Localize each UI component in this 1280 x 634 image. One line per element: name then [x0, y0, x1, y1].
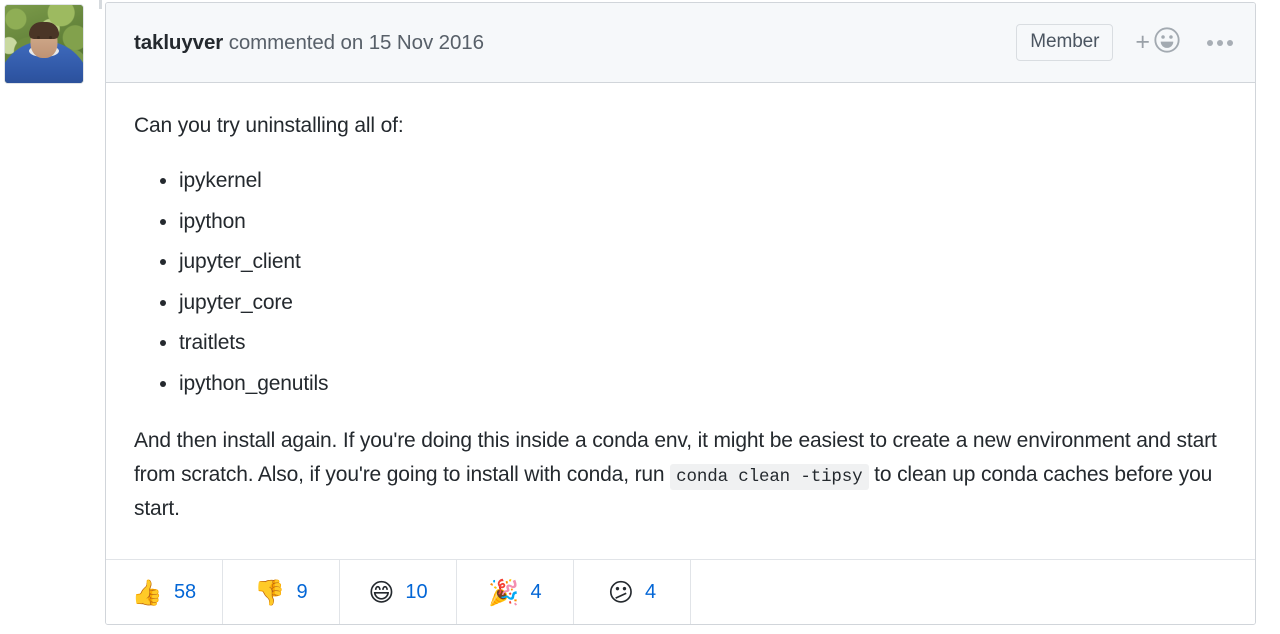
comment-body: Can you try uninstalling all of: ipykern… — [106, 83, 1255, 526]
laugh-icon: 😄 — [368, 577, 395, 607]
comment-caret — [99, 0, 102, 9]
page-root: takluyver commented on 15 Nov 2016 Membe… — [0, 0, 1280, 634]
comment-lead-paragraph: Can you try uninstalling all of: — [134, 114, 404, 137]
comment-closing-paragraph: And then install again. If you're doing … — [134, 424, 1227, 526]
party-popper-icon: 🎉 — [488, 577, 520, 607]
reaction-hooray[interactable]: 🎉 4 — [457, 560, 574, 624]
kebab-dot — [1207, 39, 1213, 46]
comment-byline: takluyver commented on 15 Nov 2016 — [134, 31, 1016, 55]
list-item: ipython — [179, 202, 1227, 243]
reaction-thumbs-up[interactable]: 👍 58 — [106, 560, 223, 624]
comment-header-actions: Member + — [1016, 24, 1237, 61]
kebab-menu-button[interactable] — [1207, 39, 1233, 46]
avatar-eye-right — [49, 36, 52, 39]
avatar-hair — [29, 22, 59, 39]
reaction-thumbs-down[interactable]: 👎 9 — [223, 560, 340, 624]
list-item: ipykernel — [179, 161, 1227, 202]
reaction-count: 10 — [405, 581, 428, 603]
package-list: ipykernel ipython jupyter_client jupyter… — [134, 161, 1227, 404]
thumbs-down-icon: 👎 — [254, 577, 286, 607]
inline-code-snippet: conda clean -tipsy — [670, 464, 869, 491]
list-item: jupyter_client — [179, 242, 1227, 283]
list-item: traitlets — [179, 323, 1227, 364]
list-item: ipython_genutils — [179, 364, 1227, 405]
reactions-bar: 👍 58 👎 9 😄 10 🎉 4 😕 4 — [106, 559, 1255, 624]
reaction-count: 4 — [530, 581, 542, 603]
reaction-count: 4 — [644, 581, 657, 603]
comment-header: takluyver commented on 15 Nov 2016 Membe… — [106, 3, 1255, 83]
kebab-dot — [1227, 39, 1233, 46]
avatar-eye-left — [37, 36, 40, 39]
reaction-laugh[interactable]: 😄 10 — [340, 560, 457, 624]
kebab-dot — [1217, 39, 1223, 46]
plus-icon: + — [1135, 28, 1150, 56]
comment-author-link[interactable]: takluyver — [134, 31, 223, 54]
comment-container: takluyver commented on 15 Nov 2016 Membe… — [105, 2, 1256, 625]
list-item: jupyter_core — [179, 283, 1227, 324]
add-reaction-button[interactable]: + — [1135, 26, 1181, 59]
avatar[interactable] — [4, 4, 84, 84]
reaction-count: 9 — [296, 581, 308, 603]
avatar-column — [4, 4, 86, 86]
reaction-count: 58 — [173, 581, 197, 603]
reaction-confused[interactable]: 😕 4 — [574, 560, 691, 624]
status-badge-member: Member — [1016, 24, 1114, 61]
reactions-filler — [691, 560, 1255, 624]
confused-face-icon: 😕 — [607, 577, 634, 607]
smiley-icon — [1153, 26, 1181, 59]
thumbs-up-icon: 👍 — [131, 577, 163, 607]
comment-timestamp[interactable]: commented on 15 Nov 2016 — [223, 31, 484, 54]
